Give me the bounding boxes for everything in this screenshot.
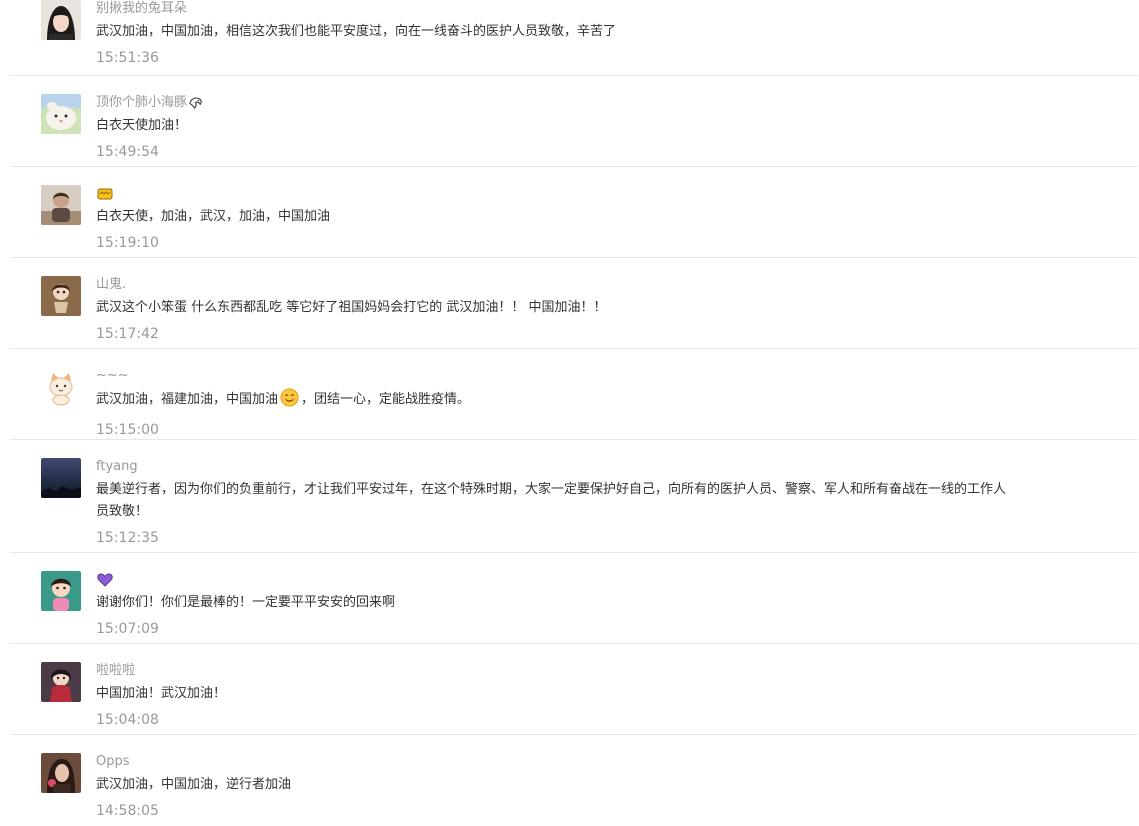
comment-username-row — [96, 571, 1018, 588]
comment-item: ftyang 最美逆行者，因为你们的负重前行，才让我们平安过年，在这个特殊时期，… — [10, 440, 1138, 553]
comment-text: 武汉这个小笨蛋 什么东西都乱吃 等它好了祖国妈妈会打它的 武汉加油！！ 中国加油… — [96, 300, 607, 315]
comment-item: ~~~ 武汉加油，福建加油，中国加油 ，团结一心，定能战胜疫情。 15:15:00 — [10, 349, 1138, 440]
comment-text: 白衣天使加油！ — [96, 118, 188, 133]
dolphin-icon — [188, 95, 203, 110]
comment-time: 15:12:35 — [96, 530, 159, 546]
cat-cartoon-avatar[interactable] — [41, 367, 81, 407]
comment-time: 15:51:36 — [96, 50, 159, 66]
comment-username[interactable]: ftyang — [96, 458, 1018, 475]
comment-time: 15:17:42 — [96, 326, 159, 342]
comment-item: 顶你个肺小海豚 白衣天使加油！ 15:49:54 — [10, 76, 1138, 167]
comment-username[interactable]: 别揪我的兔耳朵 — [96, 0, 1018, 17]
comment-username[interactable]: ~~~ — [96, 367, 1018, 384]
comment-item: 别揪我的兔耳朵 武汉加油，中国加油，相信这次我们也能平安度过，向在一线奋斗的医护… — [10, 0, 1138, 76]
comment-item: 白衣天使，加油，武汉，加油，中国加油 15:19:10 — [10, 167, 1138, 258]
comment-text: 武汉加油，中国加油，相信这次我们也能平安度过，向在一线奋斗的医护人员致敬，辛苦了 — [96, 24, 617, 39]
comment-text: 最美逆行者，因为你们的负重前行，才让我们平安过年，在这个特殊时期，大家一定要保护… — [96, 482, 1007, 519]
crown-icon — [97, 187, 113, 200]
woman-photo-avatar[interactable] — [41, 753, 81, 793]
comment-time: 15:07:09 — [96, 621, 159, 637]
cartoon-animal-avatar[interactable] — [41, 94, 81, 134]
comment-text: 白衣天使，加油，武汉，加油，中国加油 — [96, 209, 331, 224]
comment-time: 15:49:54 — [96, 144, 159, 160]
comment-time: 15:19:10 — [96, 235, 159, 251]
comment-item: 山鬼. 武汉这个小笨蛋 什么东西都乱吃 等它好了祖国妈妈会打它的 武汉加油！！ … — [10, 258, 1138, 349]
comment-item: Opps 武汉加油，中国加油，逆行者加油 14:58:05 — [10, 735, 1138, 826]
comment-text: 谢谢你们！你们是最棒的！一定要平平安安的回来啊 — [96, 595, 396, 610]
comment-username[interactable]: 顶你个肺小海豚 — [96, 94, 187, 111]
cartoon-girl-avatar[interactable] — [41, 571, 81, 611]
comment-text-part: ，团结一心，定能战胜疫情。 — [301, 392, 471, 407]
comment-list: 别揪我的兔耳朵 武汉加油，中国加油，相信这次我们也能平安度过，向在一线奋斗的医护… — [10, 0, 1138, 826]
comment-text: 武汉加油，中国加油，逆行者加油 — [96, 777, 292, 792]
purple-heart-icon — [97, 572, 113, 587]
comment-username-row — [96, 185, 1018, 202]
girl-portrait-avatar[interactable] — [41, 0, 81, 40]
anime-character-avatar[interactable] — [41, 662, 81, 702]
doll-avatar[interactable] — [41, 276, 81, 316]
comment-text: 中国加油！武汉加油！ — [96, 686, 227, 701]
comment-username[interactable]: 啦啦啦 — [96, 662, 1018, 679]
comment-item: 谢谢你们！你们是最棒的！一定要平平安安的回来啊 15:07:09 — [10, 553, 1138, 644]
person-photo-avatar[interactable] — [41, 185, 81, 225]
comment-time: 14:58:05 — [96, 803, 159, 819]
comment-text-part: 武汉加油，福建加油，中国加油 — [96, 392, 279, 407]
night-sky-avatar[interactable] — [41, 458, 81, 498]
comment-username[interactable]: Opps — [96, 753, 1018, 770]
smile-emoji-icon — [280, 388, 299, 415]
comment-time: 15:04:08 — [96, 712, 159, 728]
comment-username[interactable]: 山鬼. — [96, 276, 1018, 293]
comment-text: 武汉加油，福建加油，中国加油 ，团结一心，定能战胜疫情。 — [96, 388, 1018, 415]
comment-item: 啦啦啦 中国加油！武汉加油！ 15:04:08 — [10, 644, 1138, 735]
comment-time: 15:15:00 — [96, 422, 159, 438]
comment-username-row: 顶你个肺小海豚 — [96, 94, 1018, 111]
